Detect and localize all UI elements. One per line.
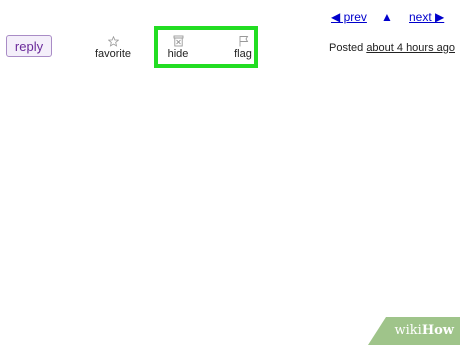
favorite-label: favorite <box>94 48 132 60</box>
favorite-button[interactable]: favorite <box>94 36 132 60</box>
flag-label: flag <box>234 48 252 60</box>
watermark-part2: How <box>421 323 454 338</box>
watermark-part1: wiki <box>394 323 422 338</box>
flag-button[interactable]: flag <box>230 35 256 60</box>
hide-label: hide <box>167 48 189 60</box>
reply-button[interactable]: reply <box>6 35 52 57</box>
flag-icon <box>239 36 248 47</box>
posted-time-link[interactable]: about 4 hours ago <box>366 42 455 54</box>
next-link[interactable]: next ▶ <box>409 10 444 24</box>
prev-link[interactable]: ◀ prev <box>331 10 367 24</box>
posted-info: Posted about 4 hours ago <box>329 42 455 54</box>
up-link[interactable]: ▲ <box>381 10 393 24</box>
trash-icon <box>173 35 183 47</box>
hide-button[interactable]: hide <box>164 35 192 60</box>
posted-prefix: Posted <box>329 42 364 54</box>
star-icon <box>107 36 119 47</box>
wikihow-watermark: wikiHow <box>368 317 460 345</box>
